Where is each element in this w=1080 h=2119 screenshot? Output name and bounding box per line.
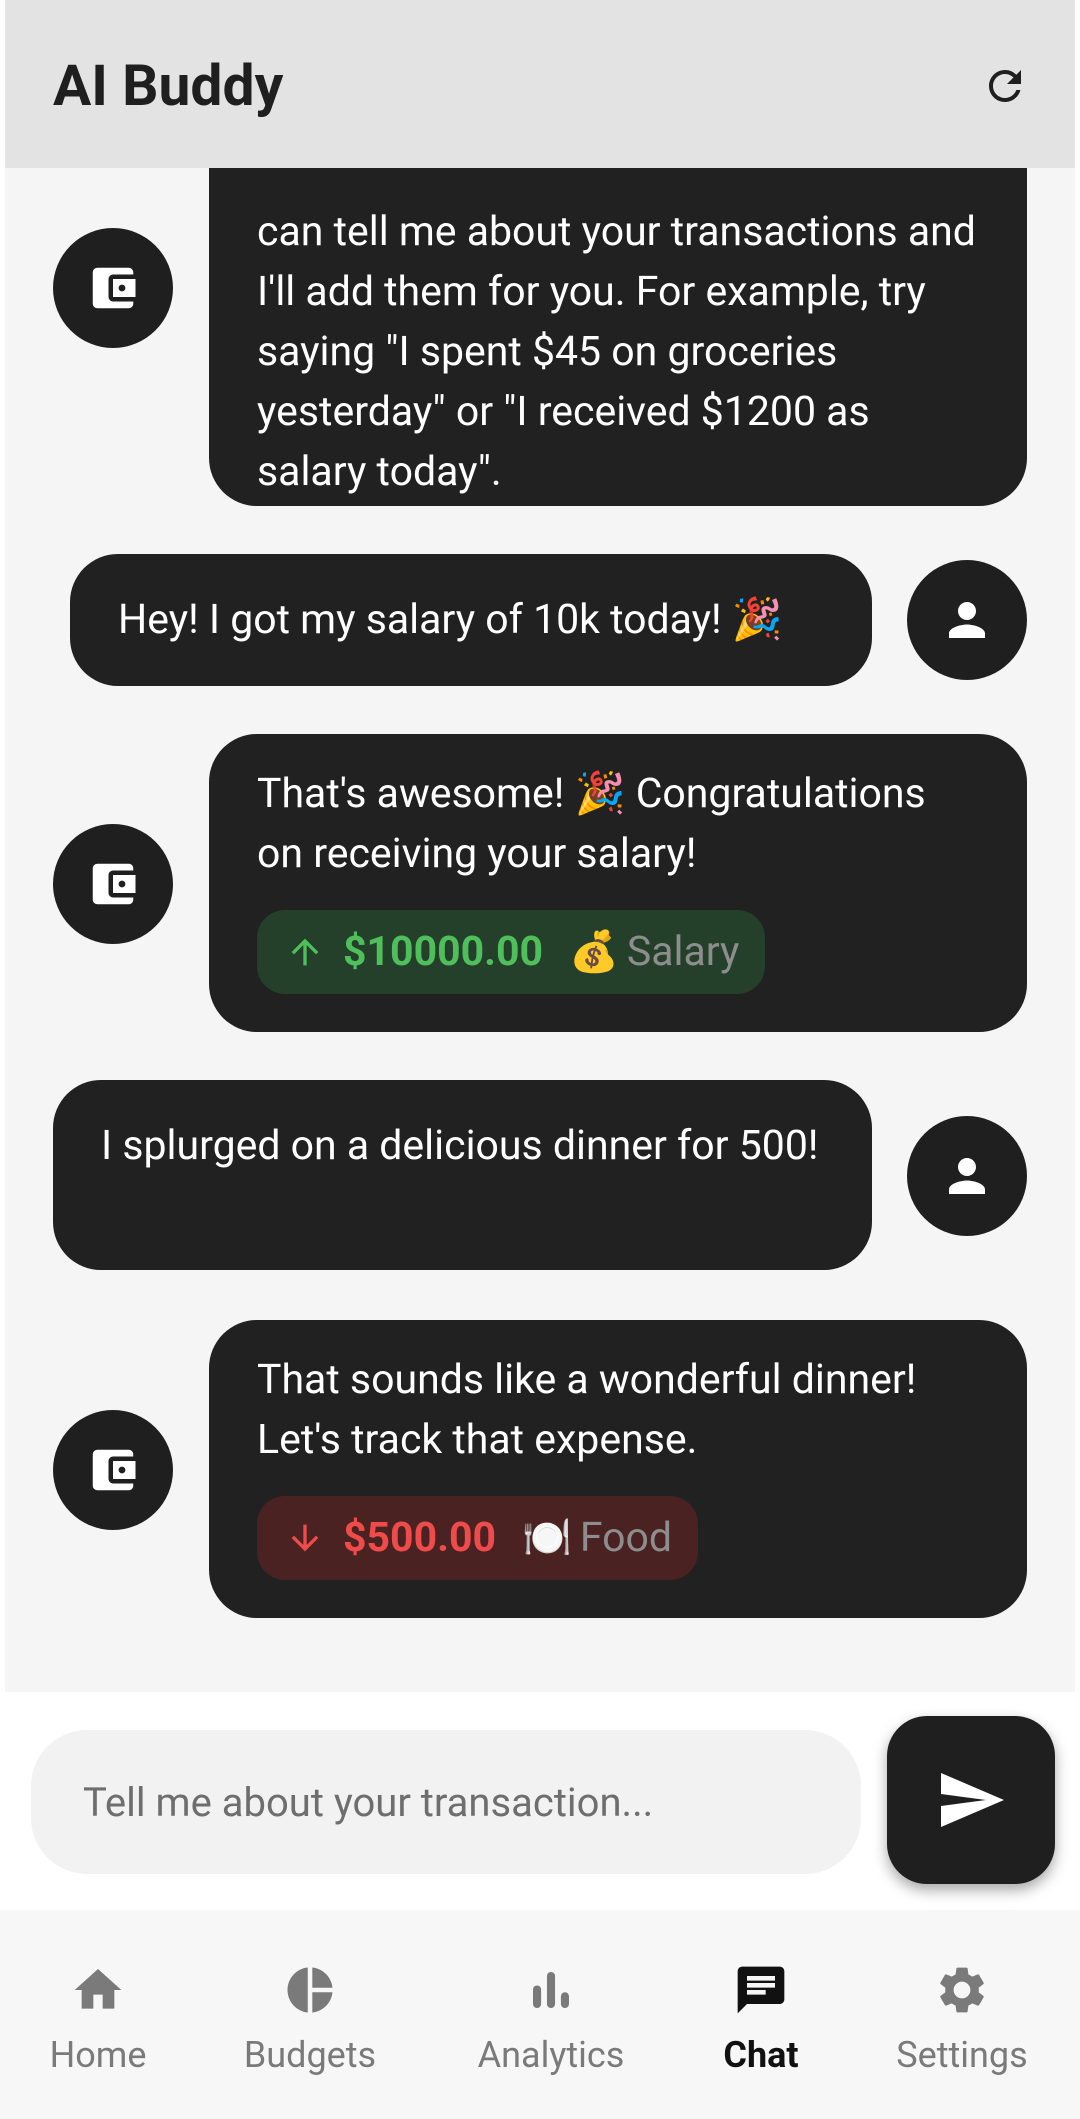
transaction-amount: $10000.00 <box>343 928 544 976</box>
arrow-down-icon <box>291 1524 319 1552</box>
wallet-icon <box>92 267 136 309</box>
app-bar: AI Buddy <box>5 0 1075 168</box>
nav-label: Chat <box>723 2034 799 2076</box>
nav-item-settings[interactable]: Settings <box>880 1910 1044 2119</box>
home-icon <box>74 1969 122 2009</box>
bot-message-bubble: That sounds like a wonderful dinner! Let… <box>209 1320 1027 1618</box>
nav-label: Analytics <box>477 2034 625 2076</box>
arrow-up-icon <box>291 938 319 966</box>
bar-chart-icon <box>533 1972 569 2008</box>
bot-avatar <box>53 1410 173 1530</box>
transaction-chip-income[interactable]: $10000.00 💰 Salary <box>257 910 766 994</box>
message-text: Hey! I got my salary of 10k today! 🎉 <box>118 596 783 644</box>
nav-label: Budgets <box>243 2034 377 2076</box>
user-avatar <box>907 1116 1027 1236</box>
message-text: I splurged on a delicious dinner for 500… <box>101 1122 819 1170</box>
refresh-button[interactable] <box>965 46 1045 126</box>
user-message-bubble: I splurged on a delicious dinner for 500… <box>53 1080 872 1270</box>
person-icon <box>949 1158 985 1194</box>
send-button[interactable] <box>887 1716 1055 1884</box>
wallet-icon <box>92 1449 136 1491</box>
message-composer <box>5 1692 1075 1910</box>
money-bag-icon: 💰 <box>569 928 619 975</box>
nav-item-home[interactable]: Home <box>18 1910 178 2119</box>
nav-label: Settings <box>896 2034 1028 2076</box>
chat-message-list[interactable]: can tell me about your transactions and … <box>5 168 1075 1692</box>
nav-item-analytics[interactable]: Analytics <box>462 1910 640 2119</box>
send-icon <box>941 1773 1004 1827</box>
refresh-icon <box>989 70 1021 102</box>
bot-avatar <box>53 228 173 348</box>
app-title: AI Buddy <box>53 52 284 119</box>
person-icon <box>949 602 985 638</box>
transaction-amount: $500.00 <box>343 1514 497 1562</box>
message-input[interactable] <box>81 1777 861 1827</box>
nav-label: Home <box>49 2034 147 2076</box>
bot-avatar <box>53 824 173 944</box>
bottom-navigation: Home Budgets Analytics Chat Settings <box>0 1910 1080 2119</box>
transaction-chip-expense[interactable]: $500.00 🍽️ Food <box>257 1496 698 1580</box>
nav-item-chat[interactable]: Chat <box>686 1910 836 2119</box>
message-text: can tell me about your transactions and … <box>257 208 976 496</box>
bot-message: That's awesome! 🎉 Congratulations on rec… <box>5 734 1075 1034</box>
fork-knife-plate-icon: 🍽️ <box>522 1514 572 1561</box>
bot-message-bubble: That's awesome! 🎉 Congratulations on rec… <box>209 734 1027 1032</box>
user-avatar <box>907 560 1027 680</box>
message-text: That sounds like a wonderful dinner! Let… <box>257 1356 917 1464</box>
transaction-category: Salary <box>626 928 740 976</box>
pie-chart-icon <box>287 1967 333 2013</box>
user-message: Hey! I got my salary of 10k today! 🎉 <box>5 554 1075 688</box>
wallet-icon <box>92 863 136 905</box>
user-message-bubble: Hey! I got my salary of 10k today! 🎉 <box>70 554 872 686</box>
user-message: I splurged on a delicious dinner for 500… <box>5 1080 1075 1272</box>
message-input-container[interactable] <box>31 1730 861 1874</box>
bot-message-bubble: can tell me about your transactions and … <box>209 168 1027 506</box>
chat-icon <box>737 1966 785 2014</box>
bot-message: can tell me about your transactions and … <box>5 168 1075 506</box>
transaction-category: Food <box>579 1514 672 1562</box>
gear-icon <box>940 1967 984 2013</box>
message-text: That's awesome! 🎉 Congratulations on rec… <box>257 770 926 878</box>
bot-message: That sounds like a wonderful dinner! Let… <box>5 1320 1075 1620</box>
nav-item-budgets[interactable]: Budgets <box>230 1910 390 2119</box>
